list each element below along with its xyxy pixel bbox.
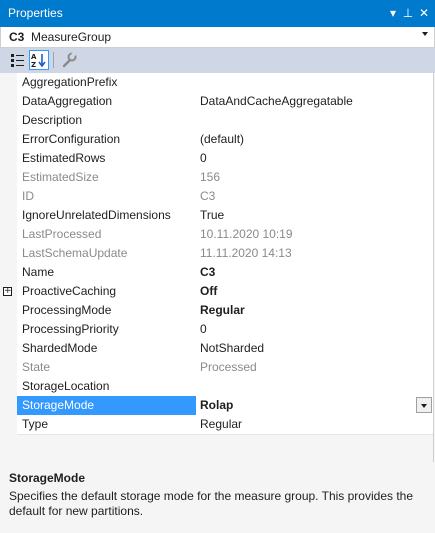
property-row-processingmode[interactable]: ProcessingMode Regular	[17, 301, 433, 321]
description-title: StorageMode	[9, 471, 86, 485]
pin-icon[interactable]: ⊥	[400, 4, 416, 22]
value-dropdown-button[interactable]	[416, 397, 432, 413]
window-position-dropdown-icon[interactable]: ▾	[385, 4, 401, 22]
description-text: Specifies the default storage mode for t…	[9, 489, 414, 518]
property-row-errorconfiguration[interactable]: ErrorConfiguration (default)	[17, 130, 433, 150]
property-value[interactable]: Regular	[196, 415, 433, 434]
property-name[interactable]: Type	[17, 415, 201, 434]
property-value[interactable]: (default)	[196, 130, 433, 149]
property-row-description[interactable]: Description	[17, 111, 433, 131]
property-value[interactable]: 0	[196, 320, 433, 339]
property-name[interactable]: ErrorConfiguration	[17, 130, 201, 149]
property-name[interactable]: ProcessingMode	[17, 301, 201, 320]
alphabetical-button[interactable]: A Z	[29, 50, 49, 70]
categorized-icon	[11, 54, 24, 67]
property-row-type[interactable]: Type Regular	[17, 415, 433, 435]
property-row-storagelocation[interactable]: StorageLocation	[17, 377, 433, 397]
property-row-aggregationprefix[interactable]: AggregationPrefix	[17, 73, 433, 93]
close-icon[interactable]: ✕	[416, 4, 432, 22]
property-name[interactable]: Name	[17, 263, 201, 282]
expand-icon[interactable]: +	[3, 287, 12, 296]
property-value[interactable]: Rolap	[196, 396, 433, 415]
window-title: Properties	[8, 6, 63, 20]
property-value: 10.11.2020 10:19	[196, 225, 433, 244]
property-row-estimatedrows[interactable]: EstimatedRows 0	[17, 149, 433, 169]
property-name[interactable]: EstimatedRows	[17, 149, 201, 168]
property-row-shardedmode[interactable]: ShardedMode NotSharded	[17, 339, 433, 359]
title-bar: Properties ▾ ⊥ ✕	[0, 0, 435, 27]
property-row-name[interactable]: Name C3	[17, 263, 433, 283]
chevron-down-icon	[421, 404, 427, 408]
property-name[interactable]: State	[17, 358, 201, 377]
property-pages-button[interactable]	[59, 50, 79, 70]
properties-toolbar: A Z	[0, 48, 435, 73]
property-value[interactable]: 0	[196, 149, 433, 168]
property-name[interactable]: ShardedMode	[17, 339, 201, 358]
property-value[interactable]	[196, 377, 433, 396]
property-name[interactable]: LastSchemaUpdate	[17, 244, 201, 263]
property-name[interactable]: ProcessingPriority	[17, 320, 201, 339]
property-value: 156	[196, 168, 433, 187]
toolbar-separator	[53, 52, 54, 68]
property-row-lastschemaupdate[interactable]: LastSchemaUpdate 11.11.2020 14:13	[17, 244, 433, 264]
property-row-processingpriority[interactable]: ProcessingPriority 0	[17, 320, 433, 340]
alphabetical-icon: A Z	[31, 53, 46, 69]
description-pane: StorageMode Specifies the default storag…	[0, 465, 435, 533]
property-name[interactable]: Description	[17, 111, 201, 130]
property-row-dataaggregation[interactable]: DataAggregation DataAndCacheAggregatable	[17, 92, 433, 112]
property-value: 11.11.2020 14:13	[196, 244, 433, 263]
property-name[interactable]: AggregationPrefix	[17, 73, 201, 92]
property-value[interactable]: Regular	[196, 301, 433, 320]
object-type: MeasureGroup	[31, 30, 112, 44]
svg-text:A: A	[31, 53, 37, 61]
property-row-lastprocessed[interactable]: LastProcessed 10.11.2020 10:19	[17, 225, 433, 245]
chevron-down-icon[interactable]	[422, 32, 428, 36]
property-row-ignoreunrelateddimensions[interactable]: IgnoreUnrelatedDimensions True	[17, 206, 433, 226]
property-value[interactable]: True	[196, 206, 433, 225]
property-name[interactable]: StorageMode	[17, 396, 201, 415]
property-row-estimatedsize[interactable]: EstimatedSize 156	[17, 168, 433, 188]
categorized-button[interactable]	[8, 50, 28, 70]
property-row-proactivecaching[interactable]: + ProactiveCaching Off	[3, 282, 433, 302]
property-row-id[interactable]: ID C3	[17, 187, 433, 207]
svg-text:Z: Z	[31, 61, 36, 69]
property-value[interactable]	[196, 111, 433, 130]
grid-border	[433, 73, 434, 462]
property-name[interactable]: StorageLocation	[17, 377, 201, 396]
grid-gutter	[0, 73, 17, 437]
property-name[interactable]: ID	[17, 187, 201, 206]
property-name[interactable]: LastProcessed	[17, 225, 201, 244]
object-selector[interactable]: C3 MeasureGroup	[0, 27, 435, 48]
object-name: C3	[9, 30, 25, 44]
property-value[interactable]: NotSharded	[196, 339, 433, 358]
property-row-storagemode[interactable]: StorageMode Rolap	[17, 396, 433, 416]
property-value[interactable]: DataAndCacheAggregatable	[196, 92, 433, 111]
property-value[interactable]	[196, 73, 433, 92]
property-name[interactable]: IgnoreUnrelatedDimensions	[17, 206, 201, 225]
property-value: Processed	[196, 358, 433, 377]
property-value[interactable]: C3	[196, 263, 433, 282]
property-value[interactable]: Off	[196, 282, 433, 301]
property-row-state[interactable]: State Processed	[17, 358, 433, 378]
wrench-icon	[62, 51, 77, 68]
property-name[interactable]: EstimatedSize	[17, 168, 201, 187]
property-name[interactable]: DataAggregation	[17, 92, 201, 111]
property-name[interactable]: ProactiveCaching	[17, 282, 201, 301]
property-grid: AggregationPrefix DataAggregation DataAndC…	[0, 73, 435, 437]
property-value: C3	[196, 187, 433, 206]
